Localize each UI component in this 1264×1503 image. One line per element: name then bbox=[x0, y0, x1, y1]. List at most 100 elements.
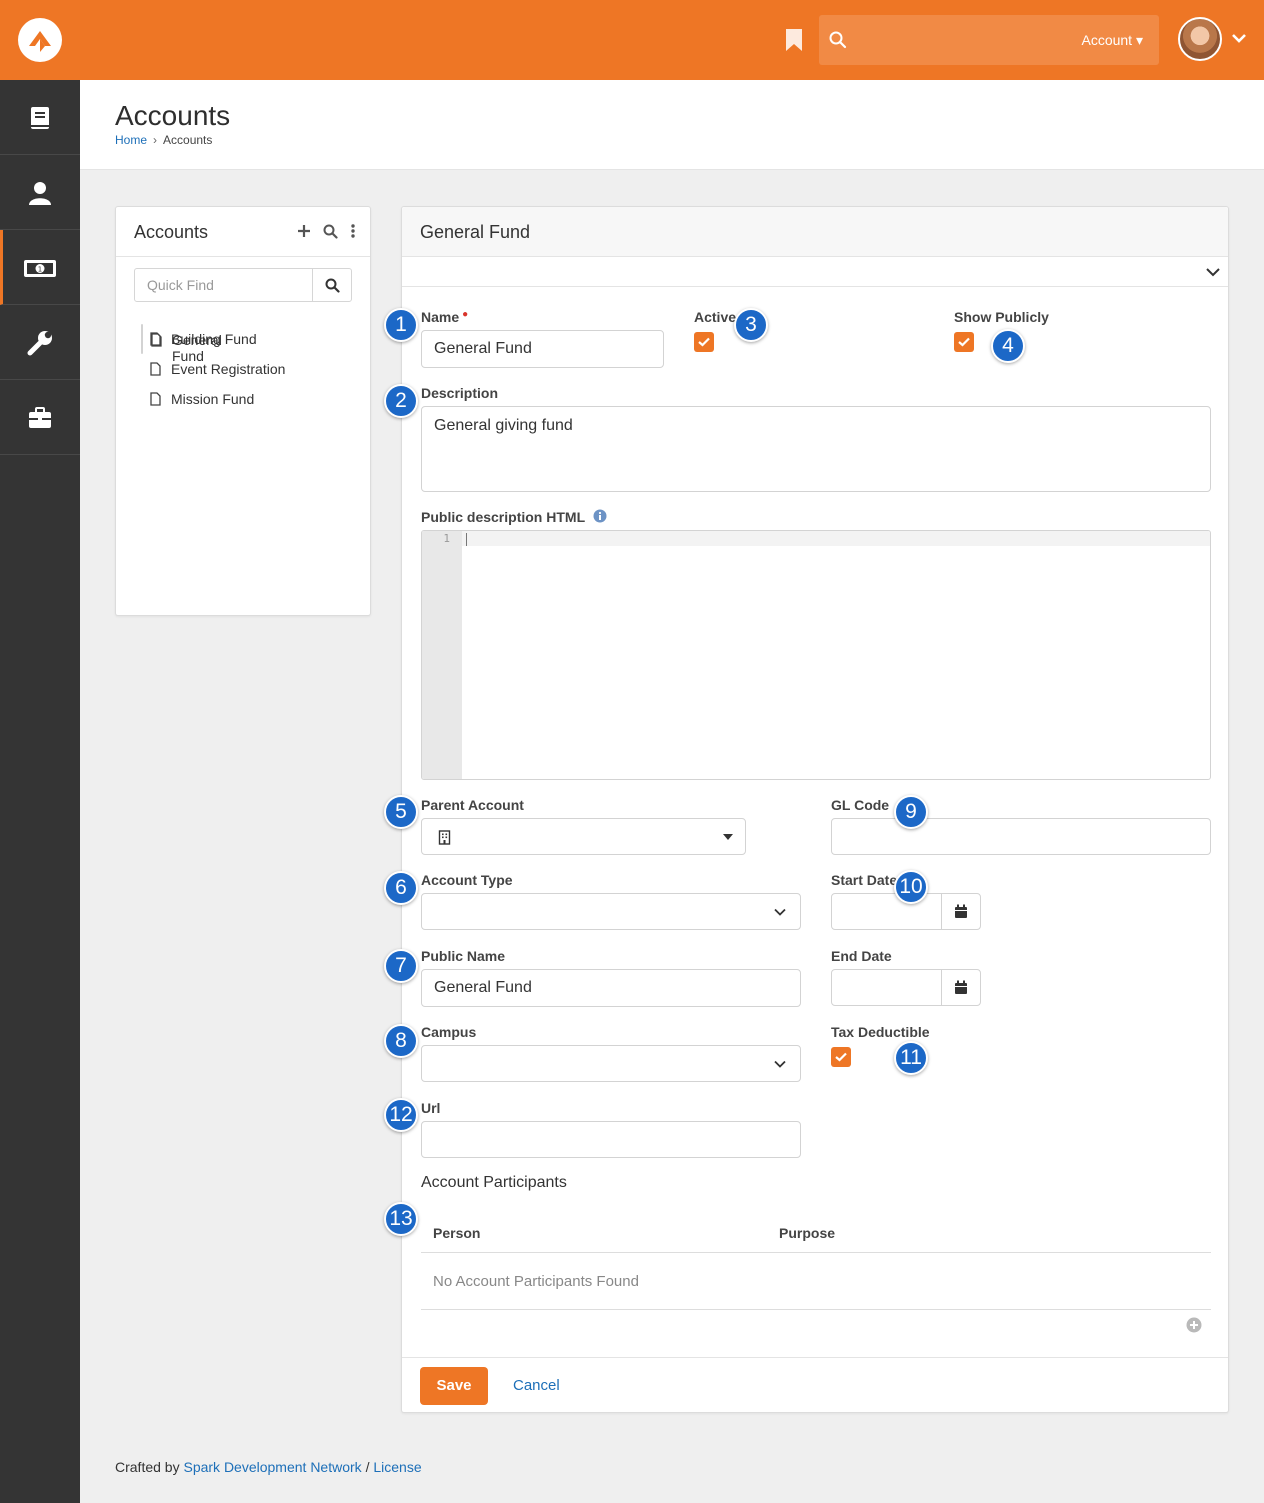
campus-label: Campus bbox=[421, 1024, 477, 1040]
callout-badge: 1 bbox=[384, 308, 418, 342]
end-date-label: End Date bbox=[831, 948, 892, 964]
money-icon: 1 bbox=[24, 260, 56, 277]
tree-item-event-registration[interactable]: Event Registration bbox=[141, 354, 371, 384]
person-icon bbox=[29, 182, 51, 205]
caret-down-icon bbox=[723, 834, 733, 840]
footer-link-license[interactable]: License bbox=[373, 1459, 421, 1475]
tree-panel-header: Accounts bbox=[116, 207, 370, 257]
detail-panel-title: General Fund bbox=[420, 222, 531, 242]
bookmark-icon[interactable] bbox=[785, 29, 803, 51]
info-icon[interactable] bbox=[593, 509, 607, 523]
callout-badge: 2 bbox=[384, 384, 418, 418]
tree-item-building-fund[interactable]: Building Fund bbox=[141, 324, 371, 354]
tree-item-mission-fund[interactable]: Mission Fund bbox=[141, 384, 371, 414]
nav-item-people[interactable] bbox=[0, 155, 80, 230]
tree-item-label: Event Registration bbox=[171, 361, 286, 377]
chevron-down-icon bbox=[774, 908, 786, 916]
chevron-down-icon bbox=[1206, 268, 1220, 277]
tax-deductible-label: Tax Deductible bbox=[831, 1024, 930, 1040]
nav-item-content[interactable] bbox=[0, 80, 80, 155]
quick-find-button[interactable] bbox=[312, 269, 351, 301]
callout-badge: 7 bbox=[384, 949, 418, 983]
save-button[interactable]: Save bbox=[420, 1367, 488, 1405]
search-icon[interactable] bbox=[323, 224, 338, 239]
callout-badge: 11 bbox=[894, 1041, 928, 1075]
public-description-label: Public description HTML bbox=[421, 509, 607, 525]
participants-heading: Account Participants bbox=[421, 1174, 567, 1191]
form-actions: Save Cancel bbox=[402, 1357, 1228, 1412]
column-header-purpose[interactable]: Purpose bbox=[779, 1225, 835, 1241]
editor-gutter: 1 bbox=[422, 531, 462, 779]
campus-select[interactable] bbox=[421, 1045, 801, 1082]
chevron-down-icon[interactable] bbox=[1231, 32, 1247, 50]
file-icon bbox=[150, 362, 161, 376]
chevron-down-icon bbox=[774, 1060, 786, 1068]
empty-grid-message: No Account Participants Found bbox=[433, 1273, 639, 1290]
file-icon bbox=[150, 392, 161, 406]
public-name-input[interactable]: General Fund bbox=[421, 969, 801, 1007]
participants-grid-header: Person Purpose bbox=[421, 1213, 1211, 1253]
search-scope-dropdown[interactable]: Account ▾ bbox=[1081, 32, 1143, 49]
account-type-select[interactable] bbox=[421, 893, 801, 930]
name-label: Name ● bbox=[421, 309, 468, 325]
footer-prefix: Crafted by bbox=[115, 1459, 180, 1475]
show-publicly-label: Show Publicly bbox=[954, 309, 1049, 325]
tax-deductible-checkbox[interactable] bbox=[831, 1047, 851, 1067]
html-code-editor[interactable]: 1 bbox=[421, 530, 1211, 780]
editor-cursor bbox=[466, 533, 467, 546]
nav-item-admin[interactable] bbox=[0, 380, 80, 455]
parent-account-label: Parent Account bbox=[421, 797, 524, 813]
participants-empty-row: No Account Participants Found bbox=[421, 1254, 1211, 1310]
show-publicly-checkbox[interactable] bbox=[954, 332, 974, 352]
quick-find-input[interactable] bbox=[135, 269, 313, 301]
global-search[interactable]: Account ▾ bbox=[819, 15, 1159, 65]
nav-item-finance[interactable]: 1 bbox=[0, 230, 80, 305]
search-icon bbox=[325, 278, 340, 293]
required-indicator: ● bbox=[462, 309, 469, 320]
side-nav: 1 bbox=[0, 80, 80, 1503]
page-footer: Crafted by Spark Development Network / L… bbox=[115, 1459, 422, 1475]
end-date-input[interactable] bbox=[831, 969, 981, 1006]
name-label-text: Name bbox=[421, 309, 460, 325]
calendar-icon bbox=[955, 980, 967, 994]
page-title: Accounts bbox=[115, 100, 231, 131]
callout-badge: 9 bbox=[894, 795, 928, 829]
parent-account-picker[interactable] bbox=[421, 818, 746, 855]
url-input[interactable] bbox=[421, 1121, 801, 1158]
start-date-calendar-button[interactable] bbox=[941, 894, 980, 929]
calendar-icon bbox=[955, 904, 967, 918]
public-description-label-text: Public description HTML bbox=[421, 509, 585, 525]
gl-code-label: GL Code bbox=[831, 797, 890, 813]
svg-text:1: 1 bbox=[38, 266, 42, 274]
checkmark-icon bbox=[698, 337, 710, 347]
add-participant-icon[interactable] bbox=[1186, 1317, 1202, 1333]
more-options-icon[interactable] bbox=[350, 223, 356, 239]
top-bar: Account ▾ bbox=[0, 0, 1264, 80]
accounts-tree-panel: Accounts General Fund Building Fund Even… bbox=[115, 206, 371, 616]
end-date-calendar-button[interactable] bbox=[941, 970, 980, 1005]
name-input[interactable]: General Fund bbox=[421, 330, 664, 368]
callout-badge: 5 bbox=[384, 795, 418, 829]
column-header-person[interactable]: Person bbox=[433, 1225, 480, 1241]
description-textarea[interactable]: General giving fund bbox=[421, 406, 1211, 492]
callout-badge: 13 bbox=[384, 1202, 418, 1236]
account-detail-panel: General Fund Name ● General Fund Active S… bbox=[401, 206, 1229, 1413]
rock-logo-icon[interactable] bbox=[18, 18, 62, 62]
callout-badge: 6 bbox=[384, 871, 418, 905]
footer-link-spark[interactable]: Spark Development Network bbox=[183, 1459, 361, 1475]
url-label: Url bbox=[421, 1100, 441, 1116]
panel-drawer-toggle[interactable] bbox=[402, 257, 1228, 287]
nav-item-tools[interactable] bbox=[0, 305, 80, 380]
add-icon[interactable] bbox=[297, 224, 311, 238]
checkmark-icon bbox=[835, 1052, 847, 1062]
detail-panel-header: General Fund bbox=[402, 207, 1228, 257]
active-checkbox[interactable] bbox=[694, 332, 714, 352]
footer-separator: / bbox=[365, 1459, 370, 1475]
breadcrumb-home[interactable]: Home bbox=[115, 133, 147, 147]
cancel-button[interactable]: Cancel bbox=[513, 1377, 560, 1394]
line-number: 1 bbox=[443, 532, 450, 545]
page-header: Accounts Home › Accounts bbox=[80, 80, 1264, 170]
quick-find bbox=[134, 268, 352, 302]
gl-code-input[interactable] bbox=[831, 818, 1211, 855]
user-avatar[interactable] bbox=[1178, 17, 1222, 61]
